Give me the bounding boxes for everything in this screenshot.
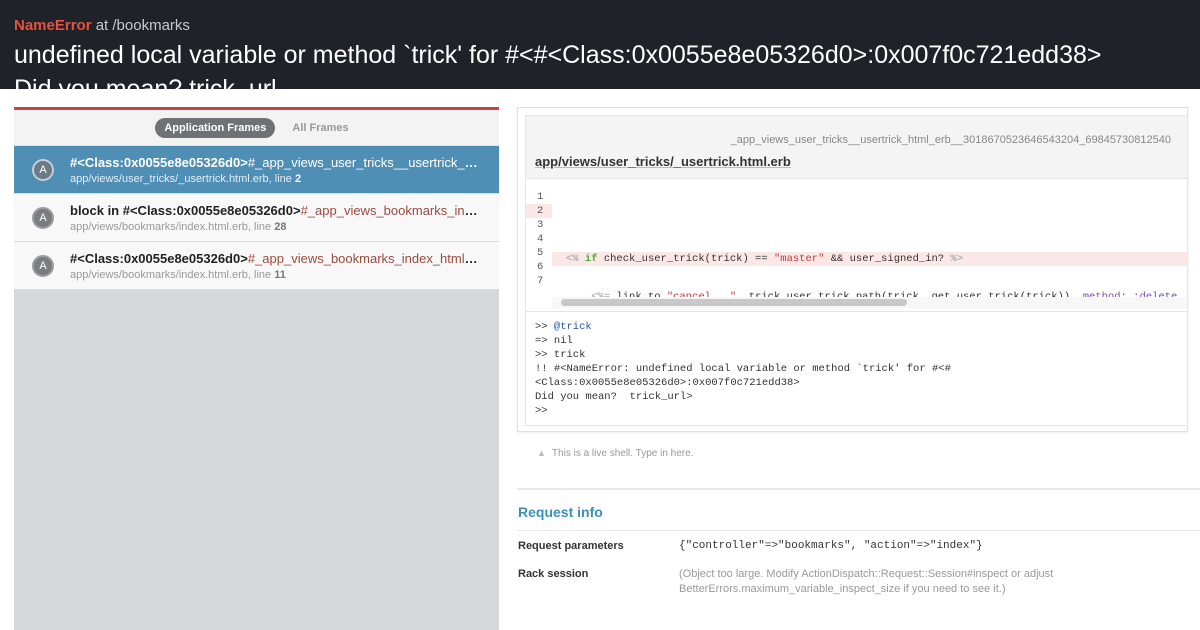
console-line: <Class:0x0055e8e05326d0>:0x007f0c721edd3…: [535, 377, 800, 389]
tab-all-frames[interactable]: All Frames: [283, 118, 357, 138]
rack-session-label: Rack session: [518, 568, 589, 580]
frame-tabs: Application Frames All Frames: [14, 110, 499, 146]
code-line-highlighted: <% if check_user_trick(trick) == "master…: [552, 252, 1187, 266]
template-name: _app_views_user_tricks__usertrick_html_e…: [730, 134, 1171, 146]
frame-context: block in #<Class:0x0055e8e05326d0>: [70, 202, 301, 218]
error-type: NameError: [14, 17, 92, 34]
console-line: >> trick: [535, 349, 586, 361]
frame-file: app/views/bookmarks/index.html.erb, line: [70, 268, 275, 281]
tab-application-frames[interactable]: Application Frames: [155, 117, 276, 138]
console-line: >> @trick: [535, 321, 592, 333]
error-summary: NameError at /bookmarks: [14, 17, 190, 34]
frame-context: #<Class:0x0055e8e05326d0>: [70, 250, 248, 266]
line-number: 1: [537, 191, 544, 203]
frame-item[interactable]: A block in #<Class:0x0055e8e05326d0>#_ap…: [14, 194, 499, 242]
live-shell-hint-text: This is a live shell. Type in here.: [551, 448, 694, 459]
line-number-highlighted: 2: [526, 204, 552, 218]
console-command: @trick: [553, 321, 592, 333]
frame-badge: A: [32, 254, 54, 277]
frame-file: app/views/bookmarks/index.html.erb, line: [70, 220, 275, 233]
frame-name: block in #<Class:0x0055e8e05326d0>#_app_…: [70, 203, 480, 218]
file-header: _app_views_user_tricks__usertrick_html_e…: [526, 116, 1187, 179]
request-info-divider: [517, 530, 1200, 531]
line-number: 7: [537, 275, 544, 287]
console-line: => nil: [535, 335, 573, 347]
line-number: 6: [537, 261, 544, 273]
frame-location: app/views/user_tricks/_usertrick.html.er…: [70, 173, 480, 185]
frame-location: app/views/bookmarks/index.html.erb, line…: [70, 269, 480, 281]
code-card: _app_views_user_tricks__usertrick_html_e…: [517, 107, 1188, 432]
code-viewer: 1 2 3 4 5 6 7 <% if check_user_trick(tri…: [526, 179, 1187, 417]
error-route: at /bookmarks: [91, 17, 190, 34]
line-gutter: 1 2 3 4 5 6 7: [526, 190, 552, 288]
code-card-inner: _app_views_user_tricks__usertrick_html_e…: [525, 115, 1188, 426]
frame-method: #_app_views_bookmarks_index_html_erb___: [300, 202, 480, 218]
file-path-link[interactable]: app/views/user_tricks/_usertrick.html.er…: [535, 154, 791, 169]
line-number: 3: [537, 219, 544, 231]
live-shell-hint: ▲ This is a live shell. Type in here.: [537, 448, 693, 459]
frame-line: 2: [294, 172, 302, 185]
request-parameters-label: Request parameters: [518, 540, 624, 552]
request-info-title: Request info: [518, 504, 603, 520]
error-header: NameError at /bookmarks undefined local …: [0, 0, 1200, 89]
frame-item[interactable]: A #<Class:0x0055e8e05326d0>#_app_views_b…: [14, 242, 499, 290]
frames-panel: Application Frames All Frames A #<Class:…: [14, 107, 499, 630]
line-number: 5: [537, 247, 544, 259]
frame-line: 11: [274, 268, 286, 281]
frame-badge: A: [32, 158, 54, 181]
frame-badge: A: [32, 206, 54, 229]
frame-context: #<Class:0x0055e8e05326d0>: [70, 154, 248, 170]
console-line: !! #<NameError: undefined local variable…: [535, 363, 951, 375]
frame-file: app/views/user_tricks/_usertrick.html.er…: [70, 172, 295, 185]
line-number: 4: [537, 233, 544, 245]
horizontal-scrollbar[interactable]: [552, 297, 1187, 308]
triangle-icon: ▲: [537, 448, 546, 458]
console-prompt[interactable]: >>: [535, 404, 1187, 418]
console-line: Did you mean? trick_url>: [535, 391, 693, 403]
rack-session-value: (Object too large. Modify ActionDispatch…: [679, 568, 1054, 595]
error-suggestion: Did you mean? trick_url: [14, 75, 277, 89]
scrollbar-thumb[interactable]: [561, 299, 907, 306]
frame-method: #_app_views_bookmarks_index_html_erb___: [247, 250, 480, 266]
section-divider: [517, 488, 1200, 490]
error-message: undefined local variable or method `tric…: [14, 41, 1102, 69]
frame-line: 28: [274, 220, 287, 233]
frame-name: #<Class:0x0055e8e05326d0>#_app_views_boo…: [70, 251, 480, 266]
frame-name: #<Class:0x0055e8e05326d0>#_app_views_use…: [70, 155, 480, 170]
frame-item[interactable]: A #<Class:0x0055e8e05326d0>#_app_views_u…: [14, 146, 499, 194]
request-parameters-value: {"controller"=>"bookmarks", "action"=>"i…: [679, 540, 983, 552]
frame-location: app/views/bookmarks/index.html.erb, line…: [70, 221, 480, 233]
frame-method: #_app_views_user_tricks__usertrick_html_…: [247, 154, 480, 170]
repl-console[interactable]: >> @trick => nil >> trick !! #<NameError…: [526, 311, 1187, 425]
